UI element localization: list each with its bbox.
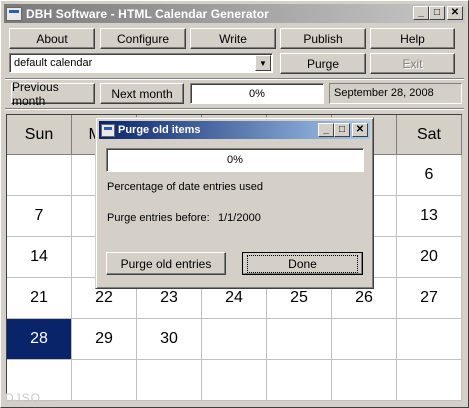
configure-button[interactable]: Configure xyxy=(100,28,186,49)
app-icon xyxy=(6,6,22,21)
calendar-day-cell[interactable] xyxy=(332,319,397,360)
calendar-day-cell[interactable] xyxy=(202,360,267,401)
calendar-day-cell[interactable] xyxy=(397,360,462,401)
purge-progress-bar: 0% xyxy=(106,148,364,172)
close-button[interactable]: ✕ xyxy=(447,6,463,20)
calendar-day-cell[interactable] xyxy=(267,319,332,360)
title-bar[interactable]: DBH Software - HTML Calendar Generator xyxy=(4,4,465,23)
separator xyxy=(5,108,464,110)
calendar-day-cell[interactable]: 21 xyxy=(7,278,72,319)
day-header: Sun xyxy=(7,115,72,155)
calendar-day-cell[interactable] xyxy=(397,319,462,360)
purge-button[interactable]: Purge xyxy=(280,53,366,74)
dialog-close-button[interactable]: ✕ xyxy=(352,123,368,137)
calendar-day-cell[interactable]: 27 xyxy=(397,278,462,319)
done-button[interactable]: Done xyxy=(242,252,363,275)
dialog-caption-buttons: _ □ ✕ xyxy=(318,123,368,137)
about-button[interactable]: About xyxy=(9,28,95,49)
calendar-day-cell[interactable]: 6 xyxy=(397,155,462,196)
chevron-down-icon[interactable]: ▼ xyxy=(255,55,271,71)
app-icon xyxy=(101,123,115,137)
day-header: Sat xyxy=(397,115,462,155)
help-button[interactable]: Help xyxy=(370,28,455,49)
purge-before-value[interactable]: 1/1/2000 xyxy=(218,212,261,224)
calendar-day-cell[interactable]: 7 xyxy=(7,196,72,237)
exit-button[interactable]: Exit xyxy=(370,53,455,74)
done-button-label: Done xyxy=(247,254,358,273)
purge-dialog: Purge old items _ □ ✕ 0% Percentage of d… xyxy=(95,117,374,289)
current-date: September 28, 2008 xyxy=(329,83,462,104)
watermark: DJSO... xyxy=(5,391,55,405)
previous-month-button[interactable]: Previous month xyxy=(11,80,95,108)
calendar-day-cell[interactable] xyxy=(332,360,397,401)
dialog-maximize-button[interactable]: □ xyxy=(334,123,350,137)
calendar-day-cell[interactable] xyxy=(7,155,72,196)
caption-buttons: _ □ ✕ xyxy=(413,6,463,20)
calendar-select[interactable]: default calendar ▼ xyxy=(9,53,273,73)
calendar-day-cell[interactable]: 14 xyxy=(7,237,72,278)
window-title: DBH Software - HTML Calendar Generator xyxy=(26,6,269,21)
calendar-day-cell[interactable]: 20 xyxy=(397,237,462,278)
progress-label: Percentage of date entries used xyxy=(107,181,263,193)
calendar-day-cell[interactable] xyxy=(72,360,137,401)
purge-old-entries-button[interactable]: Purge old entries xyxy=(106,252,226,275)
purge-before-label: Purge entries before: xyxy=(107,212,210,224)
calendar-day-cell[interactable] xyxy=(267,360,332,401)
calendar-day-cell[interactable]: 30 xyxy=(137,319,202,360)
publish-button[interactable]: Publish xyxy=(280,28,366,49)
maximize-button[interactable]: □ xyxy=(429,6,445,20)
calendar-day-cell[interactable]: 13 xyxy=(397,196,462,237)
progress-bar: 0% xyxy=(190,83,324,104)
calendar-day-cell[interactable] xyxy=(202,319,267,360)
next-month-button[interactable]: Next month xyxy=(100,83,184,104)
dialog-title: Purge old items xyxy=(118,124,201,136)
write-button[interactable]: Write xyxy=(190,28,276,49)
dialog-minimize-button[interactable]: _ xyxy=(318,123,334,137)
minimize-button[interactable]: _ xyxy=(413,6,429,20)
calendar-day-cell[interactable] xyxy=(137,360,202,401)
calendar-day-cell[interactable]: 29 xyxy=(72,319,137,360)
calendar-select-value: default calendar xyxy=(14,57,93,69)
calendar-day-cell[interactable]: 28 xyxy=(7,319,72,360)
